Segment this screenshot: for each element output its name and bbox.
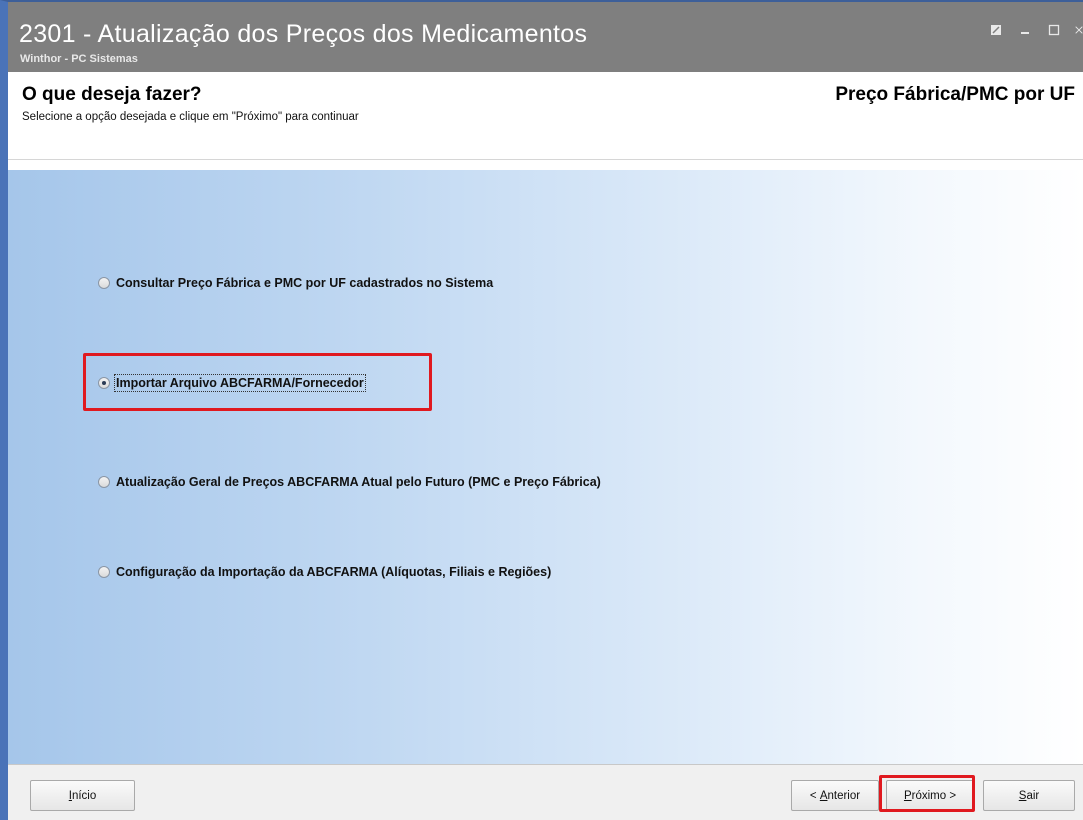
title-bar[interactable]: 2301 - Atualização dos Preços dos Medica… [8, 2, 1083, 72]
minimize-icon[interactable] [1017, 22, 1033, 38]
option-configuracao[interactable]: Configuração da Importação da ABCFARMA (… [98, 565, 551, 579]
wizard-footer: Início < Anterior Próximo > Sair [8, 764, 1083, 820]
radio-button[interactable] [98, 566, 110, 578]
radio-button-selected[interactable] [98, 377, 110, 389]
proximo-button[interactable]: Próximo > [886, 780, 974, 811]
accel-key: S [1018, 789, 1027, 802]
button-label: róximo > [911, 789, 957, 802]
maximize-icon[interactable] [1046, 22, 1062, 38]
option-label: Consultar Preço Fábrica e PMC por UF cad… [116, 276, 494, 290]
radio-button[interactable] [98, 476, 110, 488]
option-importar[interactable]: Importar Arquivo ABCFARMA/Fornecedor [98, 374, 366, 392]
close-icon[interactable] [1075, 22, 1083, 38]
window-controls [988, 21, 1083, 39]
anterior-button[interactable]: < Anterior [791, 780, 879, 811]
section-title: Preço Fábrica/PMC por UF [835, 84, 1075, 105]
radio-button[interactable] [98, 277, 110, 289]
accel-key: A [819, 789, 828, 802]
button-label: nterior [827, 789, 861, 802]
option-label: Importar Arquivo ABCFARMA/Fornecedor [114, 374, 366, 392]
page-title: O que deseja fazer? [22, 84, 202, 105]
option-atualizacao-geral[interactable]: Atualização Geral de Preços ABCFARMA Atu… [98, 475, 601, 489]
sair-button[interactable]: Sair [983, 780, 1075, 811]
option-consultar[interactable]: Consultar Preço Fábrica e PMC por UF cad… [98, 276, 493, 290]
option-label: Atualização Geral de Preços ABCFARMA Atu… [116, 475, 601, 489]
window-subtitle: Winthor - PC Sistemas [20, 53, 138, 65]
inicio-button[interactable]: Início [30, 780, 135, 811]
options-panel: Consultar Preço Fábrica e PMC por UF cad… [8, 170, 1083, 764]
window-title: 2301 - Atualização dos Preços dos Medica… [19, 20, 588, 48]
restore-icon[interactable] [988, 22, 1004, 38]
wizard-header: O que deseja fazer? Selecione a opção de… [8, 72, 1083, 160]
button-label: nício [71, 789, 97, 802]
option-label: Configuração da Importação da ABCFARMA (… [116, 565, 552, 579]
accel-key: P [903, 789, 912, 802]
page-description: Selecione a opção desejada e clique em "… [22, 111, 359, 123]
main-window: 2301 - Atualização dos Preços dos Medica… [0, 0, 1083, 820]
button-label: air [1026, 789, 1040, 802]
button-prefix: < [809, 789, 820, 802]
